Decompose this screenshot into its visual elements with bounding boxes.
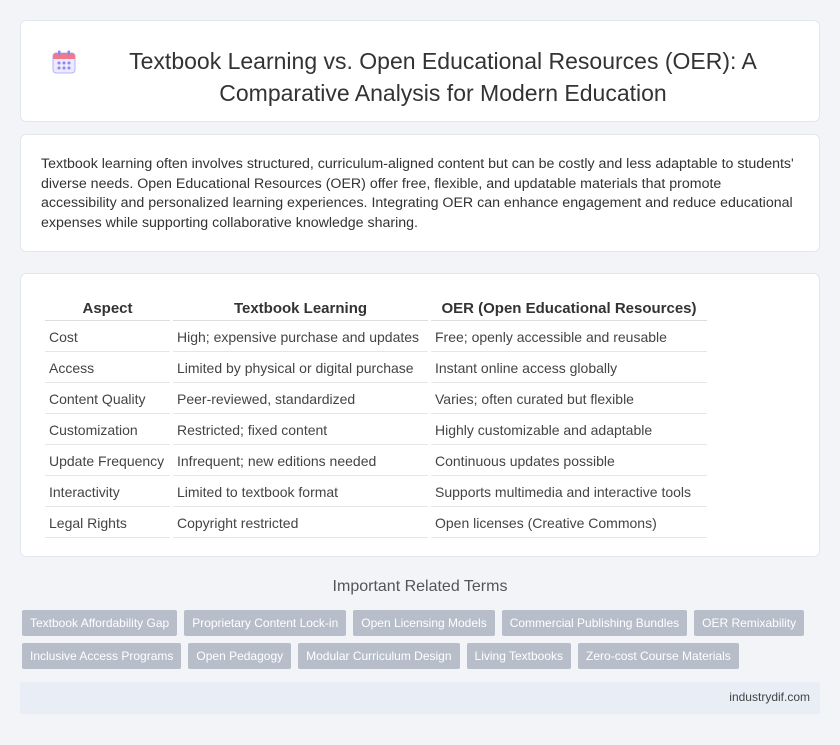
- cell-textbook: Restricted; fixed content: [173, 416, 428, 445]
- tag-zero-cost-course-materials[interactable]: Zero-cost Course Materials: [578, 643, 739, 669]
- intro-paragraph: Textbook learning often involves structu…: [41, 156, 794, 231]
- related-terms-tags: Textbook Affordability Gap Proprietary C…: [22, 610, 822, 669]
- tag-living-textbooks[interactable]: Living Textbooks: [466, 643, 572, 669]
- cell-textbook: Copyright restricted: [173, 509, 428, 538]
- table-row: Content Quality Peer-reviewed, standardi…: [45, 385, 707, 414]
- cell-aspect: Legal Rights: [45, 509, 170, 538]
- cell-aspect: Cost: [45, 323, 170, 352]
- related-terms-heading: Important Related Terms: [332, 578, 508, 595]
- footer: industrydif.com: [20, 682, 820, 714]
- table-row: Cost High; expensive purchase and update…: [45, 323, 707, 352]
- cell-aspect: Access: [45, 354, 170, 383]
- table-row: Legal Rights Copyright restricted Open l…: [45, 509, 707, 538]
- title-card: Textbook Learning vs. Open Educational R…: [20, 20, 820, 122]
- column-header-aspect: Aspect: [45, 296, 170, 321]
- footer-site-name[interactable]: industrydif.com: [729, 690, 810, 704]
- cell-oer: Supports multimedia and interactive tool…: [431, 478, 707, 507]
- comparison-table: Aspect Textbook Learning OER (Open Educa…: [42, 294, 710, 540]
- tag-modular-curriculum-design[interactable]: Modular Curriculum Design: [298, 643, 460, 669]
- tag-inclusive-access-programs[interactable]: Inclusive Access Programs: [22, 643, 182, 669]
- calendar-icon: [51, 49, 77, 75]
- cell-textbook: Limited to textbook format: [173, 478, 428, 507]
- cell-textbook: Limited by physical or digital purchase: [173, 354, 428, 383]
- title-wrap: Textbook Learning vs. Open Educational R…: [21, 21, 819, 109]
- cell-aspect: Update Frequency: [45, 447, 170, 476]
- table-row: Access Limited by physical or digital pu…: [45, 354, 707, 383]
- tag-oer-remixability[interactable]: OER Remixability: [694, 610, 805, 636]
- table-row: Update Frequency Infrequent; new edition…: [45, 447, 707, 476]
- cell-oer: Open licenses (Creative Commons): [431, 509, 707, 538]
- cell-aspect: Content Quality: [45, 385, 170, 414]
- cell-oer: Highly customizable and adaptable: [431, 416, 707, 445]
- page-title: Textbook Learning vs. Open Educational R…: [129, 48, 757, 106]
- cell-textbook: Peer-reviewed, standardized: [173, 385, 428, 414]
- intro-card: Textbook learning often involves structu…: [20, 134, 820, 252]
- table-row: Interactivity Limited to textbook format…: [45, 478, 707, 507]
- cell-textbook: High; expensive purchase and updates: [173, 323, 428, 352]
- cell-oer: Free; openly accessible and reusable: [431, 323, 707, 352]
- comparison-card: Aspect Textbook Learning OER (Open Educa…: [20, 273, 820, 557]
- column-header-oer: OER (Open Educational Resources): [431, 296, 707, 321]
- tag-proprietary-content-lock-in[interactable]: Proprietary Content Lock-in: [184, 610, 347, 636]
- cell-aspect: Interactivity: [45, 478, 170, 507]
- table-row: Customization Restricted; fixed content …: [45, 416, 707, 445]
- tag-textbook-affordability-gap[interactable]: Textbook Affordability Gap: [22, 610, 178, 636]
- cell-oer: Instant online access globally: [431, 354, 707, 383]
- cell-oer: Varies; often curated but flexible: [431, 385, 707, 414]
- column-header-textbook: Textbook Learning: [173, 296, 428, 321]
- tag-commercial-publishing-bundles[interactable]: Commercial Publishing Bundles: [501, 610, 688, 636]
- tag-open-licensing-models[interactable]: Open Licensing Models: [353, 610, 495, 636]
- table-header-row: Aspect Textbook Learning OER (Open Educa…: [45, 296, 707, 321]
- cell-oer: Continuous updates possible: [431, 447, 707, 476]
- tag-open-pedagogy[interactable]: Open Pedagogy: [188, 643, 292, 669]
- cell-textbook: Infrequent; new editions needed: [173, 447, 428, 476]
- cell-aspect: Customization: [45, 416, 170, 445]
